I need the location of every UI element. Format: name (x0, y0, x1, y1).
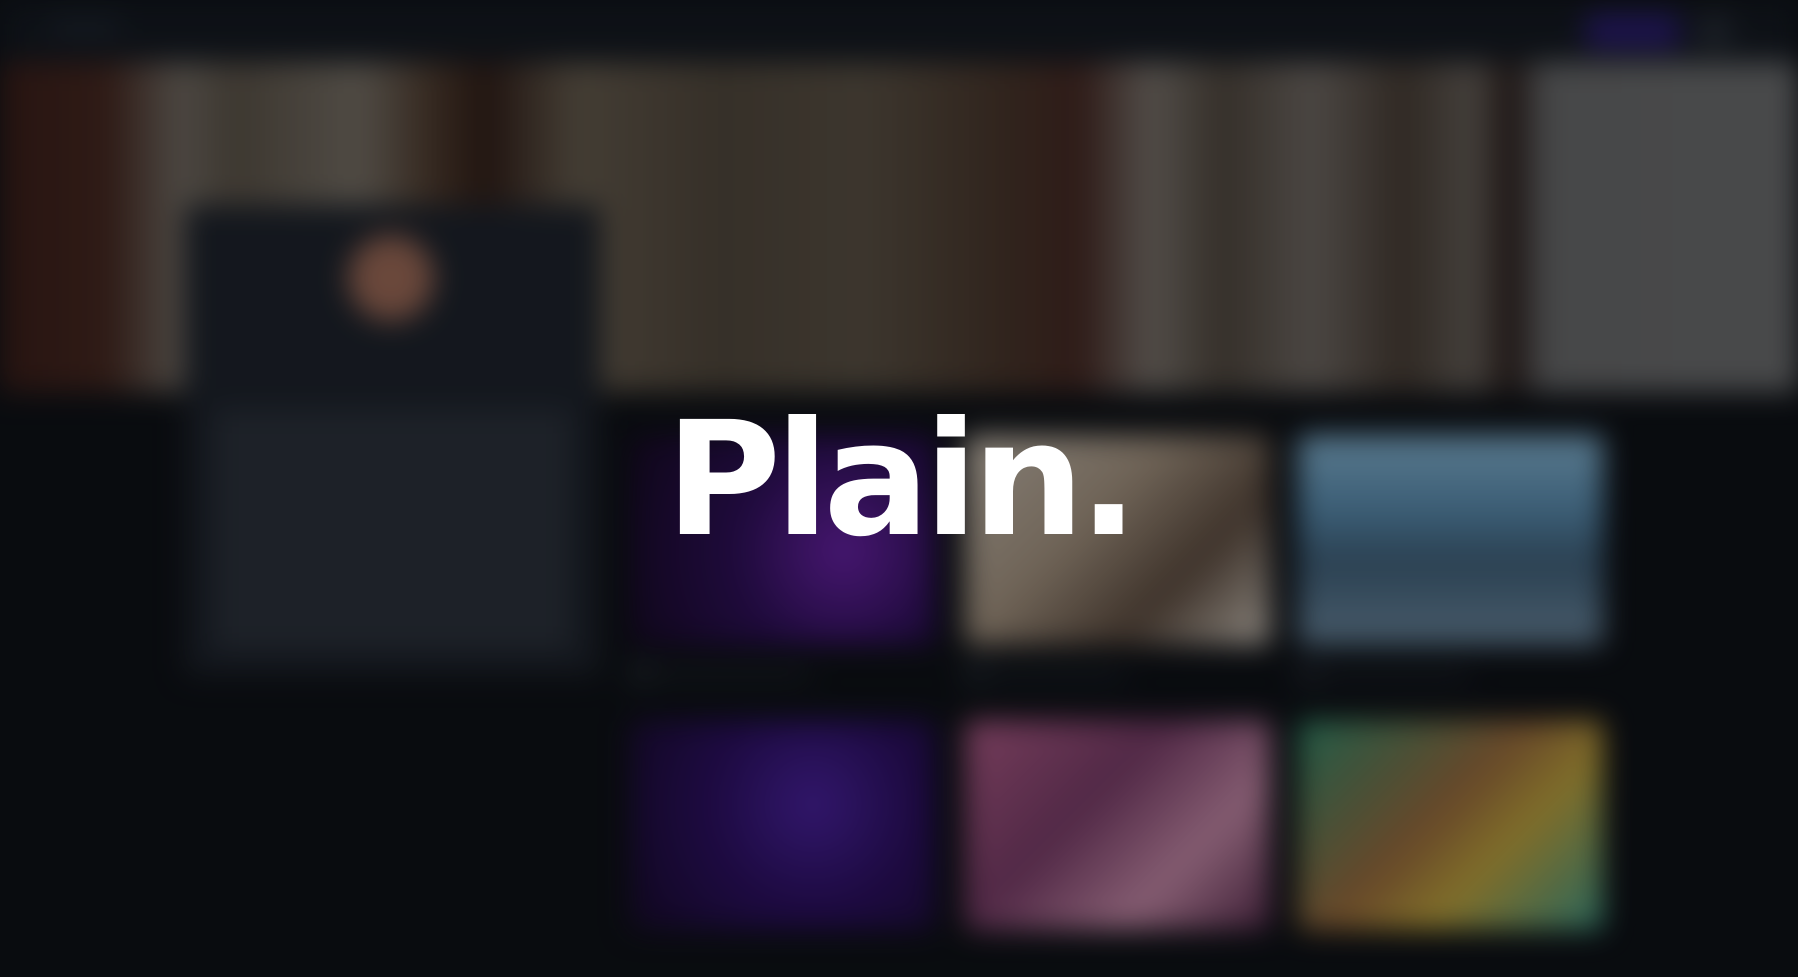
brand-logo-text: Plain. (665, 388, 1138, 572)
loading-screen: Plain. (0, 0, 1798, 977)
